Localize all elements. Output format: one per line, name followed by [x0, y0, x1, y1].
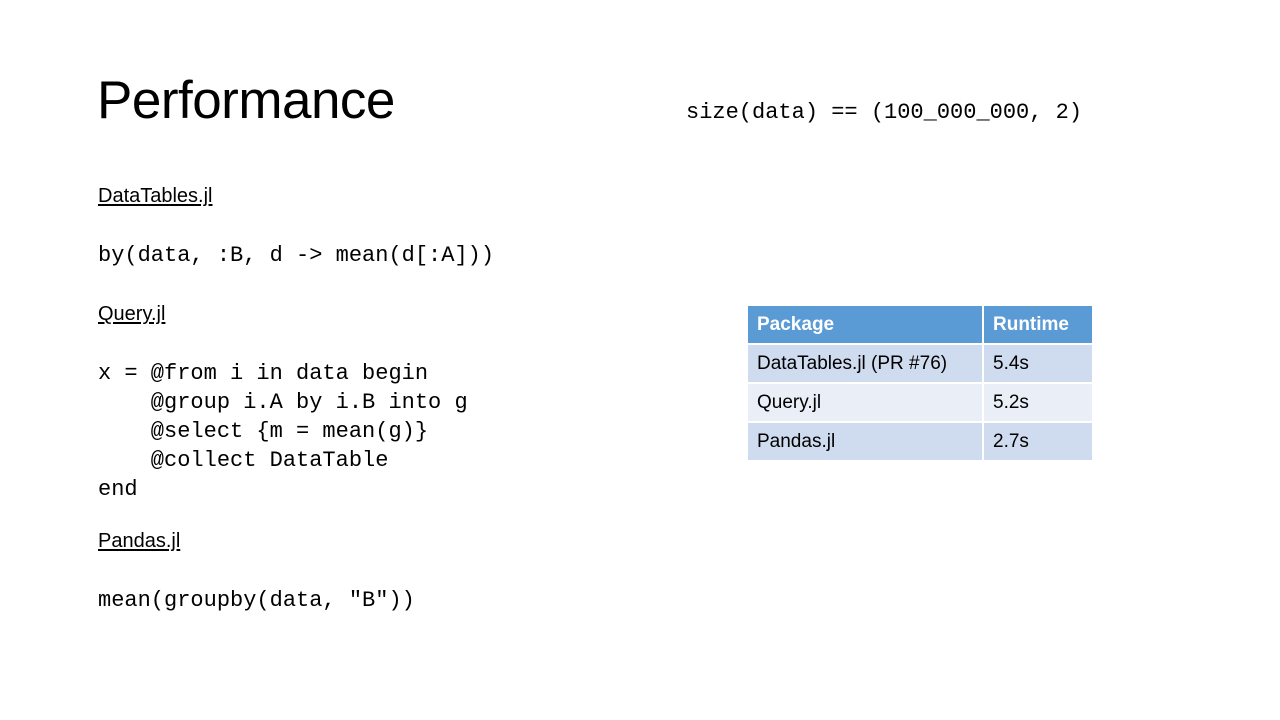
table-header-row: Package Runtime [746, 304, 1094, 345]
table-row: DataTables.jl (PR #76) 5.4s [746, 343, 1094, 384]
package-cell: DataTables.jl (PR #76) [746, 343, 984, 384]
runtime-cell: 2.7s [982, 421, 1094, 462]
code-pandas: mean(groupby(data, "B")) [98, 588, 415, 613]
column-header-runtime: Runtime [982, 304, 1094, 345]
runtime-cell: 5.4s [982, 343, 1094, 384]
code-datatables: by(data, :B, d -> mean(d[:A])) [98, 243, 495, 268]
section-heading-pandas: Pandas.jl [98, 530, 181, 552]
slide: Performance size(data) == (100_000_000, … [0, 0, 1280, 720]
table-row: Pandas.jl 2.7s [746, 421, 1094, 462]
slide-title: Performance [97, 71, 395, 130]
package-cell: Query.jl [746, 382, 984, 423]
table-row: Query.jl 5.2s [746, 382, 1094, 423]
code-query: x = @from i in data begin @group i.A by … [98, 361, 468, 502]
runtime-cell: 5.2s [982, 382, 1094, 423]
runtime-table: Package Runtime DataTables.jl (PR #76) 5… [746, 304, 1094, 462]
section-heading-datatables: DataTables.jl [98, 185, 213, 207]
package-cell: Pandas.jl [746, 421, 984, 462]
data-size-expression: size(data) == (100_000_000, 2) [686, 100, 1083, 125]
column-header-package: Package [746, 304, 984, 345]
section-heading-query: Query.jl [98, 303, 166, 325]
